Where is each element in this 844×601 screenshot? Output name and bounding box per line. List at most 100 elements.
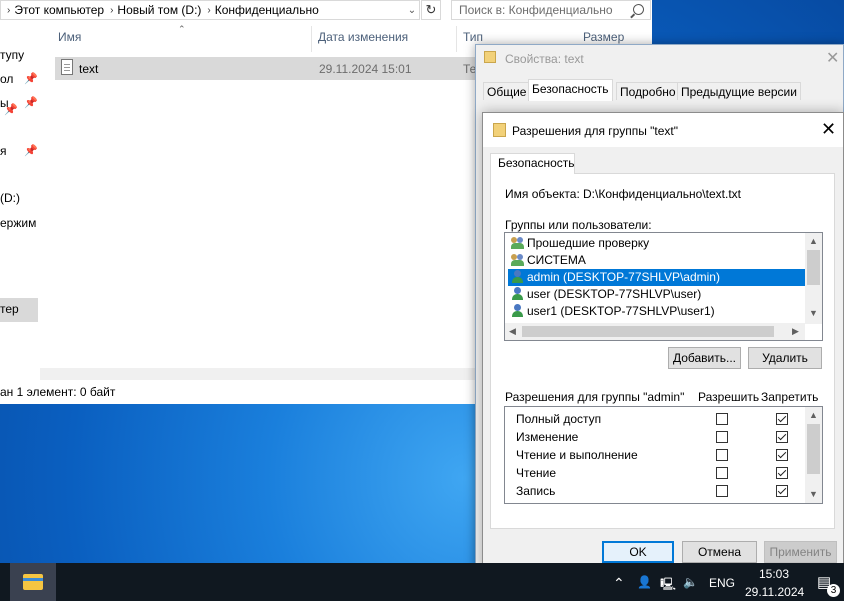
deny-checkbox[interactable] xyxy=(776,449,788,461)
group-icon xyxy=(511,236,524,249)
remove-button[interactable]: Удалить xyxy=(748,347,822,369)
chevron-down-icon[interactable]: ▼ xyxy=(809,489,818,499)
column-divider[interactable] xyxy=(456,26,457,52)
nav-item[interactable]: ержим xyxy=(0,212,40,234)
chevron-up-icon[interactable]: ▲ xyxy=(809,410,818,420)
user-name: СИСТЕМА xyxy=(527,253,586,267)
allow-checkbox[interactable] xyxy=(716,467,728,479)
tab-details[interactable]: Подробно xyxy=(616,82,680,100)
chevron-up-icon[interactable]: ▲ xyxy=(809,236,818,246)
permissions-header: Разрешения для группы "admin" xyxy=(505,390,685,404)
allow-checkbox[interactable] xyxy=(716,485,728,497)
chevron-up-icon[interactable]: ⌃ xyxy=(613,575,625,592)
permission-name: Чтение xyxy=(516,466,557,480)
user-name: admin (DESKTOP-77SHLVP\admin) xyxy=(527,270,720,284)
chevron-down-icon[interactable]: ⌄ xyxy=(403,0,421,20)
user-name: user (DESKTOP-77SHLVP\user) xyxy=(527,287,702,301)
permission-name: Изменение xyxy=(516,430,579,444)
file-explorer-taskbar-button[interactable] xyxy=(10,563,56,601)
file-row[interactable] xyxy=(55,57,475,80)
file-date: 29.11.2024 15:01 xyxy=(319,62,412,76)
user-icon xyxy=(511,287,524,300)
list-item[interactable]: СИСТЕМА xyxy=(511,252,805,269)
breadcrumb-confidential[interactable]: Конфиденциально xyxy=(215,3,319,17)
scrollbar-thumb[interactable] xyxy=(807,250,820,285)
horizontal-scrollbar[interactable]: ◀ ▶ xyxy=(505,323,805,340)
nav-item-label: ол xyxy=(0,72,14,86)
ok-button[interactable]: OK xyxy=(602,541,674,563)
user-icon xyxy=(511,304,524,317)
tab-general[interactable]: Общие xyxy=(483,82,531,100)
network-icon[interactable]: 🖳 xyxy=(660,575,676,596)
tab-security[interactable]: Безопасность xyxy=(490,153,575,174)
chevron-right-icon: › xyxy=(207,4,211,16)
pin-icon: 📌 xyxy=(24,73,38,85)
deny-checkbox[interactable] xyxy=(776,413,788,425)
deny-checkbox[interactable] xyxy=(776,467,788,479)
deny-checkbox[interactable] xyxy=(776,485,788,497)
status-bar-text: ан 1 элемент: 0 байт xyxy=(0,385,116,399)
horizontal-scrollbar[interactable] xyxy=(40,368,480,380)
column-divider[interactable] xyxy=(311,26,312,52)
clock-time[interactable]: 15:03 xyxy=(759,567,789,581)
dialog-title: Разрешения для группы "text" xyxy=(512,124,679,138)
breadcrumb-this-pc[interactable]: Этот компьютер xyxy=(14,3,104,17)
object-name-label: Имя объекта: xyxy=(505,187,580,201)
allow-checkbox[interactable] xyxy=(716,449,728,461)
close-icon[interactable]: ✕ xyxy=(826,48,839,68)
person-icon[interactable]: 👤 xyxy=(637,575,652,589)
volume-icon[interactable]: 🔈 xyxy=(683,575,698,589)
list-item[interactable]: user (DESKTOP-77SHLVP\user) xyxy=(511,286,805,303)
scrollbar-thumb[interactable] xyxy=(522,326,774,337)
nav-item-label: тупу xyxy=(0,48,25,62)
nav-item-selected[interactable]: тер xyxy=(0,298,38,322)
deny-checkbox[interactable] xyxy=(776,431,788,443)
nav-item-label: тер xyxy=(0,302,19,316)
column-header-size[interactable]: Размер xyxy=(583,30,624,44)
nav-item[interactable]: тупу xyxy=(0,44,40,66)
apply-button[interactable]: Применить xyxy=(764,541,837,563)
nav-item-volume-d[interactable]: (D:) xyxy=(0,187,40,209)
list-item[interactable]: user1 (DESKTOP-77SHLVP\user1) xyxy=(511,303,805,320)
chevron-right-icon[interactable]: ▶ xyxy=(792,326,799,337)
close-icon[interactable]: ✕ xyxy=(821,119,836,140)
nav-item-label: (D:) xyxy=(0,191,20,205)
clock-date[interactable]: 29.11.2024 xyxy=(745,585,804,599)
deny-column-header: Запретить xyxy=(761,390,819,404)
refresh-icon[interactable]: ↻ xyxy=(421,0,441,20)
file-name: text xyxy=(79,62,99,76)
vertical-scrollbar[interactable]: ▲ ▼ xyxy=(805,407,822,503)
search-input[interactable]: Поиск в: Конфиденциально xyxy=(451,0,651,20)
breadcrumb-volume-d[interactable]: Новый том (D:) xyxy=(117,3,201,17)
vertical-scrollbar[interactable]: ▲ ▼ xyxy=(805,233,822,324)
list-item[interactable]: Прошедшие проверку xyxy=(511,235,805,252)
tab-previous-versions[interactable]: Предыдущие версии xyxy=(677,82,801,100)
column-header-type[interactable]: Тип xyxy=(463,30,483,44)
folder-icon xyxy=(23,574,43,590)
chevron-left-icon[interactable]: ◀ xyxy=(509,326,516,337)
allow-column-header: Разрешить xyxy=(698,390,760,404)
scrollbar-thumb[interactable] xyxy=(807,424,820,474)
text-file-icon xyxy=(61,59,73,75)
properties-title: Свойства: text xyxy=(505,52,584,66)
pin-icon: 📌 xyxy=(24,97,38,109)
allow-checkbox[interactable] xyxy=(716,413,728,425)
cancel-button[interactable]: Отмена xyxy=(682,541,757,563)
language-indicator[interactable]: ENG xyxy=(709,576,735,590)
permission-name: Запись xyxy=(516,484,556,498)
column-header-name[interactable]: Имя xyxy=(58,30,81,44)
column-header-date[interactable]: Дата изменения xyxy=(318,30,408,44)
pin-icon: 📌 xyxy=(24,145,38,157)
add-button[interactable]: Добавить... xyxy=(668,347,741,369)
allow-checkbox[interactable] xyxy=(716,431,728,443)
tab-security[interactable]: Безопасность xyxy=(528,79,613,101)
file-icon xyxy=(484,51,496,63)
notification-badge: 3 xyxy=(827,584,840,597)
users-listbox[interactable]: Прошедшие проверку СИСТЕМА admin (DESKTO… xyxy=(504,232,823,341)
address-bar[interactable]: › Этот компьютер › Новый том (D:) › Конф… xyxy=(0,0,420,20)
nav-item[interactable]: ол 📌 xyxy=(0,68,40,90)
list-item-selected[interactable]: admin (DESKTOP-77SHLVP\admin) xyxy=(508,269,805,286)
search-placeholder: Поиск в: Конфиденциально xyxy=(459,3,613,17)
chevron-down-icon[interactable]: ▼ xyxy=(809,308,818,318)
nav-item[interactable]: я 📌 xyxy=(0,140,40,162)
